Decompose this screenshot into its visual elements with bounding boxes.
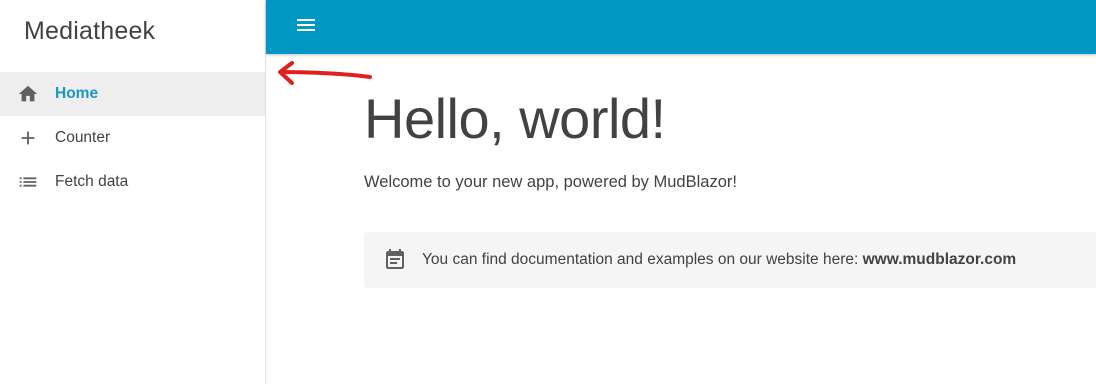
nav-drawer: Mediatheek Home Counter Fetch data (0, 0, 266, 384)
app-title: Mediatheek (24, 16, 156, 45)
menu-toggle-button[interactable] (286, 9, 326, 45)
home-icon (16, 82, 40, 106)
alert-text: You can find documentation and examples … (422, 251, 863, 268)
annotation-arrow-icon (278, 61, 372, 85)
nav-item-label: Fetch data (55, 173, 129, 190)
info-alert: You can find documentation and examples … (364, 232, 1096, 288)
alert-message: You can find documentation and examples … (422, 251, 1016, 269)
nav-item-fetch-data[interactable]: Fetch data (0, 160, 265, 204)
nav-item-label: Home (55, 85, 99, 102)
event-note-icon (382, 247, 408, 273)
drawer-header: Mediatheek (0, 0, 265, 62)
add-icon (16, 126, 40, 150)
app-bar (266, 0, 1096, 54)
nav-item-label: Counter (55, 129, 111, 146)
mudblazor-link[interactable]: www.mudblazor.com (863, 251, 1017, 268)
list-icon (16, 170, 40, 194)
app: Mediatheek Home Counter Fetch data Hello… (0, 0, 1096, 384)
nav-item-counter[interactable]: Counter (0, 116, 265, 160)
welcome-text: Welcome to your new app, powered by MudB… (364, 173, 737, 191)
nav-item-home[interactable]: Home (0, 72, 265, 116)
page-heading: Hello, world! (364, 87, 666, 150)
menu-icon (294, 13, 318, 42)
